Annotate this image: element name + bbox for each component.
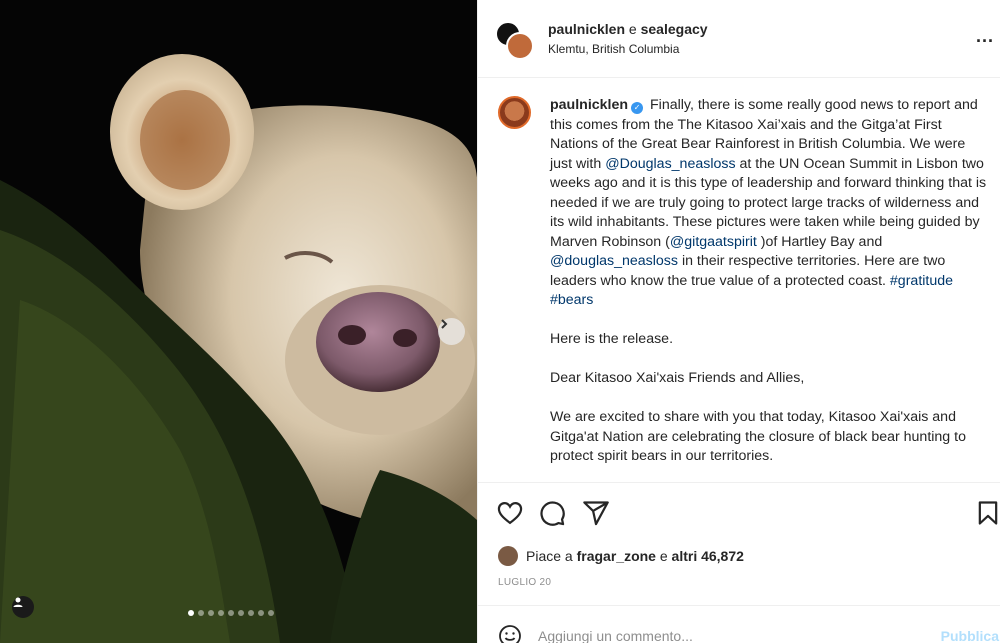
hashtag-link[interactable]: #bears [550,292,593,308]
carousel-dot [218,610,224,616]
chevron-right-icon [441,319,448,329]
carousel-dot [208,610,214,616]
heart-icon[interactable] [496,499,524,527]
mention-link[interactable]: @Douglas_neasloss [605,156,735,172]
user-tag-icon [13,597,23,607]
carousel-dot [248,610,254,616]
liker-avatar[interactable] [498,546,518,566]
carousel-dot [198,610,204,616]
caption-area: paulnicklen ✓ Finally, there is some real… [478,78,1000,482]
next-slide-button[interactable] [438,318,465,345]
carousel-dot [228,610,234,616]
avatar-sealegacy[interactable] [506,32,534,60]
caption-paragraph: paulnicklen ✓ Finally, there is some real… [550,96,990,311]
post-header: paulnicklen e sealegacy Klemtu, British … [478,0,1000,78]
bookmark-icon[interactable] [974,499,1000,527]
liker-username[interactable]: fragar_zone [577,548,656,564]
carousel-dot [258,610,264,616]
post-panel: paulnicklen e sealegacy Klemtu, British … [477,0,1000,643]
caption-avatar[interactable] [498,96,531,129]
location-link[interactable]: Klemtu, British Columbia [548,42,679,56]
comment-bar: Pubblica [478,605,1000,643]
caption-text: paulnicklen ✓ Finally, there is some real… [550,96,990,482]
more-options-button[interactable]: ... [976,26,994,47]
comment-input[interactable] [538,628,918,643]
likes-conjunction: e [659,548,668,564]
mention-link[interactable]: @gitgaatspirit [670,234,757,250]
collab-avatars[interactable] [495,21,534,60]
carousel-dot [238,610,244,616]
verified-badge-icon: ✓ [631,102,644,114]
post-photo[interactable] [0,0,477,643]
caption-paragraph: Dear Kitasoo Xai'xais Friends and Allies… [550,370,805,386]
caption-username[interactable]: paulnicklen [550,97,628,113]
likes-count-link[interactable]: altri 46,872 [672,548,744,564]
post-date[interactable]: LUGLIO 20 [498,577,551,588]
spirit-bear-image [0,0,477,643]
conjunction: e [628,21,637,37]
carousel-dot [268,610,274,616]
caption-paragraph: We are excited to share with you that to… [550,409,966,464]
publish-button[interactable]: Pubblica [941,628,999,643]
carousel-indicator [188,610,274,616]
author-names: paulnicklen e sealegacy [548,21,708,37]
caption-paragraph: Here is the release. [550,331,674,347]
tagged-users-button[interactable] [12,596,34,618]
share-icon[interactable] [582,499,610,527]
author-link-primary[interactable]: paulnicklen [548,21,625,37]
action-bar [478,482,1000,542]
emoji-icon[interactable] [498,624,522,643]
caption-segment: )of Hartley Bay and [756,233,883,250]
comment-icon[interactable] [538,499,566,527]
hashtag-link[interactable]: #gratitude [890,273,953,289]
mention-link[interactable]: @douglas_neasloss [550,253,678,269]
likes-prefix: Piace a [526,548,573,564]
author-link-secondary[interactable]: sealegacy [641,21,708,37]
carousel-dot [188,610,194,616]
likes-summary: Piace a fragar_zone e altri 46,872 [498,545,744,567]
